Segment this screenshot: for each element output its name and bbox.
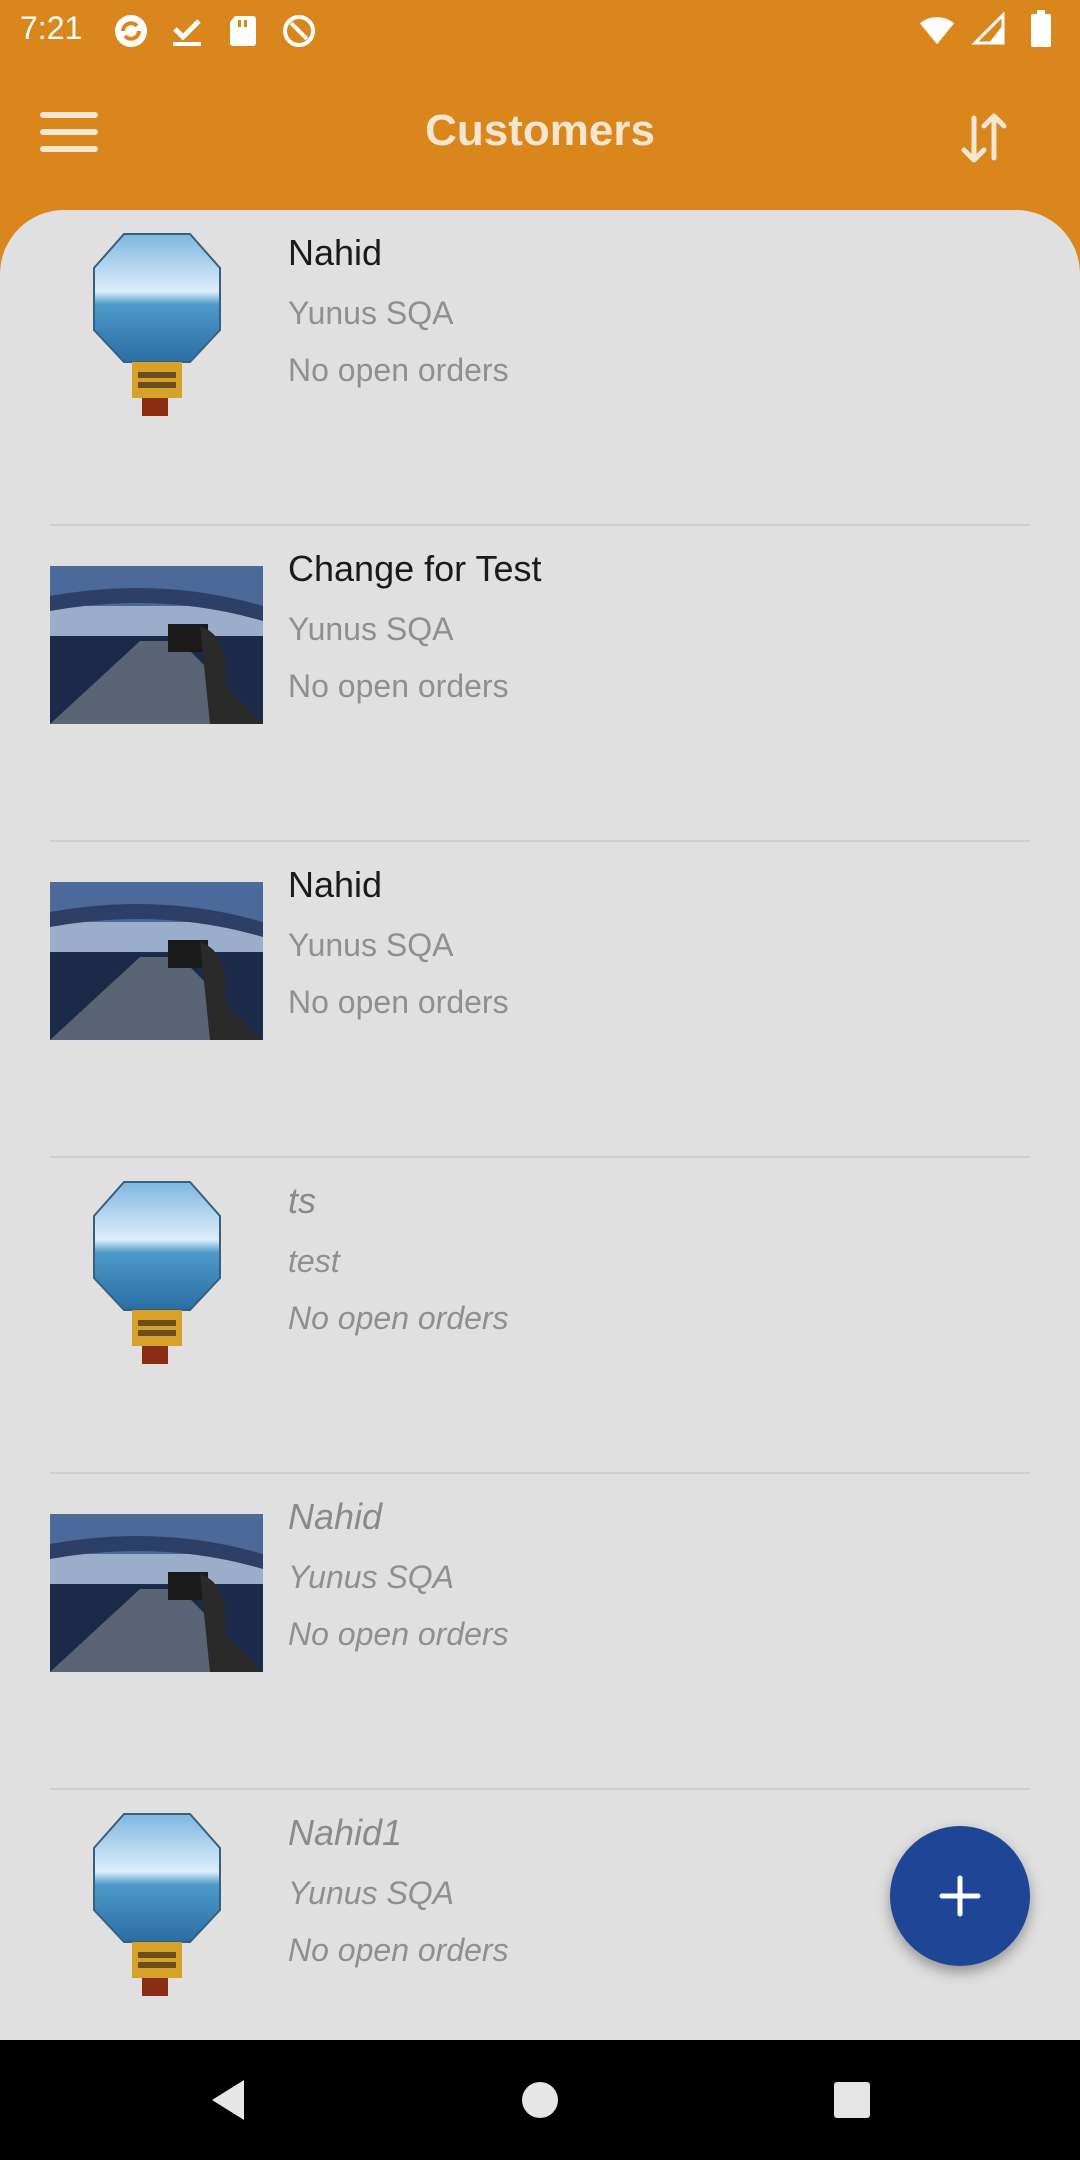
battery-icon bbox=[1022, 10, 1060, 48]
list-item[interactable]: Nahid Yunus SQA No open orders bbox=[0, 210, 1080, 526]
customer-orders: No open orders bbox=[288, 668, 509, 704]
customer-name: Nahid bbox=[288, 232, 383, 273]
signal-icon bbox=[970, 10, 1008, 48]
wifi-icon bbox=[918, 10, 956, 48]
customer-name: ts bbox=[288, 1180, 317, 1221]
list-item[interactable]: Nahid Yunus SQA No open orders bbox=[0, 1474, 1080, 1790]
system-nav-bar bbox=[0, 2040, 1080, 2160]
customer-thumbnail bbox=[50, 882, 263, 1040]
at-sign-icon bbox=[280, 12, 318, 50]
customer-name: Nahid bbox=[288, 864, 383, 905]
customer-orders: No open orders bbox=[288, 1616, 509, 1652]
list-item[interactable]: ts test No open orders bbox=[0, 1158, 1080, 1474]
customer-orders: No open orders bbox=[288, 1300, 509, 1336]
recents-icon[interactable] bbox=[822, 2070, 882, 2130]
customer-orders: No open orders bbox=[288, 984, 509, 1020]
back-icon[interactable] bbox=[200, 2070, 260, 2130]
customer-list: Nahid Yunus SQA No open orders Change fo… bbox=[0, 210, 1080, 2040]
customer-thumbnail bbox=[92, 232, 222, 418]
checkmark-icon bbox=[168, 12, 206, 50]
sort-arrows-icon[interactable] bbox=[956, 110, 1012, 166]
add-customer-button[interactable] bbox=[890, 1826, 1030, 1966]
customer-company: Yunus SQA bbox=[288, 1559, 455, 1595]
customer-company: Yunus SQA bbox=[288, 927, 454, 963]
customer-company: test bbox=[288, 1243, 340, 1279]
customer-orders: No open orders bbox=[288, 352, 509, 388]
status-time: 7:21 bbox=[20, 10, 83, 46]
status-bar: 7:21 bbox=[0, 0, 1080, 60]
list-item[interactable]: Nahid Yunus SQA No open orders bbox=[0, 842, 1080, 1158]
customer-thumbnail bbox=[92, 1180, 222, 1366]
customer-company: Yunus SQA bbox=[288, 1875, 455, 1911]
customer-thumbnail bbox=[50, 566, 263, 724]
customer-orders: No open orders bbox=[288, 1932, 509, 1968]
page-title: Customers bbox=[425, 106, 655, 155]
app-bar: Customers bbox=[0, 60, 1080, 210]
sd-card-icon bbox=[224, 12, 262, 50]
sync-icon bbox=[112, 12, 150, 50]
customer-company: Yunus SQA bbox=[288, 611, 454, 647]
home-icon[interactable] bbox=[510, 2070, 570, 2130]
customer-thumbnail bbox=[50, 1514, 263, 1672]
customer-company: Yunus SQA bbox=[288, 295, 454, 331]
plus-icon bbox=[939, 1875, 981, 1917]
list-item[interactable]: Change for Test Yunus SQA No open orders bbox=[0, 526, 1080, 842]
customer-name: Nahid1 bbox=[288, 1812, 403, 1853]
customer-thumbnail bbox=[92, 1812, 222, 1998]
customer-name: Change for Test bbox=[288, 548, 542, 589]
customer-name: Nahid bbox=[288, 1496, 383, 1537]
